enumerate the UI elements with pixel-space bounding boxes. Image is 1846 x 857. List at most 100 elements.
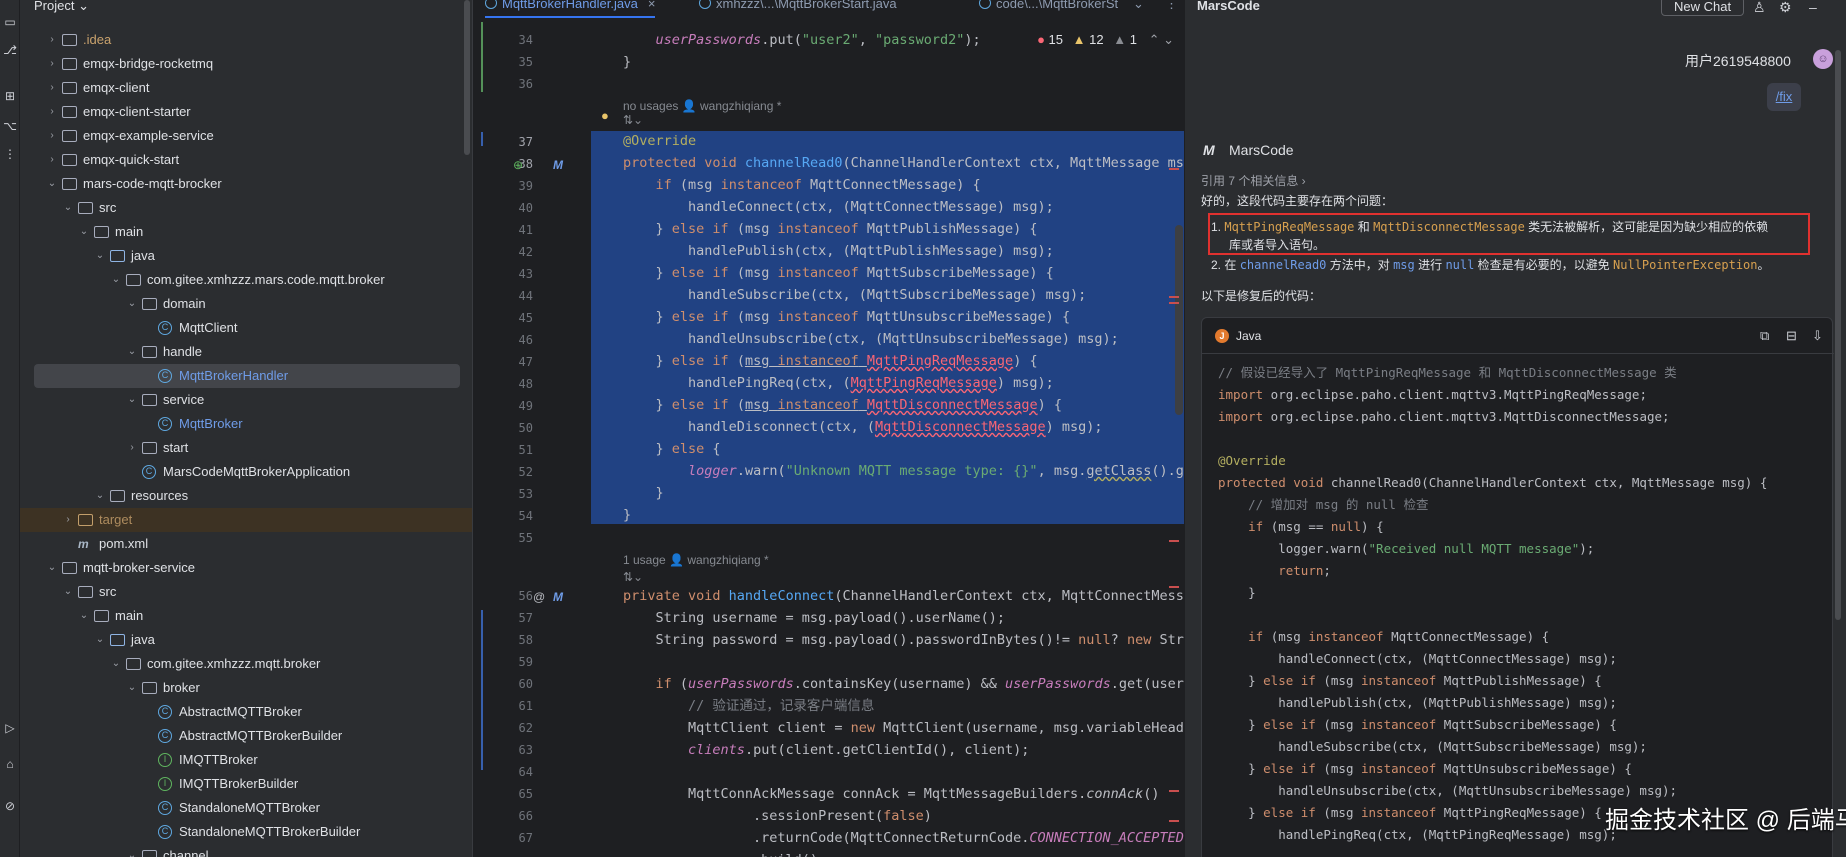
- chevron-right-icon[interactable]: ›: [46, 76, 58, 100]
- line-number[interactable]: 46: [493, 333, 533, 347]
- chevron-down-icon[interactable]: ⌄: [94, 628, 106, 652]
- chevron-right-icon[interactable]: ›: [46, 100, 58, 124]
- chevron-down-icon[interactable]: ⌄: [126, 340, 138, 364]
- marscode-icon[interactable]: M: [553, 590, 563, 604]
- tree-item[interactable]: › .idea: [20, 28, 472, 52]
- line-number[interactable]: 66: [493, 809, 533, 823]
- line-number[interactable]: 42: [493, 245, 533, 259]
- tree-item[interactable]: ⌄ com.gitee.xmhzzz.mqtt.broker: [20, 652, 472, 676]
- line-number[interactable]: 57: [493, 611, 533, 625]
- chevron-down-icon[interactable]: ⌄: [94, 244, 106, 268]
- chevron-down-icon[interactable]: ⌄: [78, 604, 90, 628]
- tree-item[interactable]: › start: [20, 436, 472, 460]
- vcs-icon[interactable]: ⌥: [2, 118, 18, 134]
- line-number[interactable]: 65: [493, 787, 533, 801]
- tree-item[interactable]: m pom.xml: [20, 532, 472, 556]
- error-marker[interactable]: [1169, 302, 1179, 304]
- line-number[interactable]: 41: [493, 223, 533, 237]
- line-number[interactable]: 60: [493, 677, 533, 691]
- chevron-down-icon[interactable]: ⌄: [94, 484, 106, 508]
- line-number[interactable]: 35: [493, 55, 533, 69]
- chevron-down-icon[interactable]: ⌄: [126, 388, 138, 412]
- tree-item[interactable]: ⌄ src: [20, 196, 472, 220]
- line-number[interactable]: 44: [493, 289, 533, 303]
- structure-icon[interactable]: ⊞: [2, 88, 18, 104]
- close-icon[interactable]: ×: [648, 0, 656, 11]
- chevron-down-icon[interactable]: ⌄: [46, 556, 58, 580]
- line-number[interactable]: 51: [493, 443, 533, 457]
- tree-item[interactable]: › emqx-bridge-rocketmq: [20, 52, 472, 76]
- line-number[interactable]: 37: [493, 135, 533, 149]
- line-number[interactable]: 59: [493, 655, 533, 669]
- marscode-icon[interactable]: M: [553, 158, 563, 172]
- references-link[interactable]: 引用 7 个相关信息 ›: [1201, 172, 1306, 189]
- minimize-icon[interactable]: –: [1809, 0, 1817, 15]
- editor-scrollbar[interactable]: [1175, 225, 1183, 415]
- tree-item[interactable]: ⌄ handle: [20, 340, 472, 364]
- line-number[interactable]: 48: [493, 377, 533, 391]
- error-marker[interactable]: [1169, 540, 1179, 542]
- tree-item[interactable]: ⌄ src: [20, 580, 472, 604]
- apply-icon[interactable]: ⇩: [1812, 328, 1823, 344]
- tree-item[interactable]: ⌄ broker: [20, 676, 472, 700]
- line-number[interactable]: 55: [493, 531, 533, 545]
- line-number[interactable]: 61: [493, 699, 533, 713]
- line-number[interactable]: 52: [493, 465, 533, 479]
- chevron-right-icon[interactable]: ›: [46, 28, 58, 52]
- line-number[interactable]: 34: [493, 33, 533, 47]
- usage-hint[interactable]: no usages 👤 wangzhiqiang *: [623, 99, 781, 113]
- line-number[interactable]: 67: [493, 831, 533, 845]
- error-marker[interactable]: [1169, 820, 1179, 822]
- usage-hint[interactable]: 1 usage 👤 wangzhiqiang *: [623, 553, 769, 567]
- error-marker[interactable]: [1169, 586, 1179, 588]
- tree-item[interactable]: ⌄ channel: [20, 844, 472, 857]
- tree-item[interactable]: ⌄ resources: [20, 484, 472, 508]
- tree-item[interactable]: › target: [20, 508, 472, 532]
- gear-icon[interactable]: ⚙: [1779, 0, 1792, 16]
- chevron-right-icon[interactable]: ›: [126, 436, 138, 460]
- line-number[interactable]: 56: [493, 589, 533, 603]
- tree-item[interactable]: ⌄ mars-code-mqtt-brocker: [20, 172, 472, 196]
- tree-item[interactable]: ⌄ domain: [20, 292, 472, 316]
- tree-item[interactable]: ⌄ com.gitee.xmhzzz.mars.code.mqtt.broker: [20, 268, 472, 292]
- error-marker[interactable]: [1169, 296, 1179, 298]
- tree-item[interactable]: › emqx-client-starter: [20, 100, 472, 124]
- problems-icon[interactable]: ⊘: [2, 798, 18, 814]
- tree-item[interactable]: C StandaloneMQTTBroker: [20, 796, 472, 820]
- tree-item[interactable]: ⌄ java: [20, 628, 472, 652]
- run-icon[interactable]: ▷: [2, 720, 18, 736]
- tree-item[interactable]: C MarsCodeMqttBrokerApplication: [20, 460, 472, 484]
- bulb-icon[interactable]: ●: [601, 108, 609, 123]
- tree-item[interactable]: C MqttClient: [20, 316, 472, 340]
- tree-item[interactable]: › emqx-client: [20, 76, 472, 100]
- error-marker[interactable]: [1169, 790, 1179, 792]
- tree-item[interactable]: ⌄ service: [20, 388, 472, 412]
- tree-item[interactable]: C MqttBroker: [20, 412, 472, 436]
- chevron-down-icon[interactable]: ⌄: [46, 172, 58, 196]
- implements-icon[interactable]: ⊕: [513, 158, 523, 172]
- tab-mqtt-broker-start-2[interactable]: code\...\MqttBrokerSt: [979, 0, 1118, 14]
- line-number[interactable]: 43: [493, 267, 533, 281]
- chevron-right-icon[interactable]: ›: [46, 124, 58, 148]
- chevron-right-icon[interactable]: ›: [46, 148, 58, 172]
- tree-item[interactable]: I IMQTTBrokerBuilder: [20, 772, 472, 796]
- tree-item[interactable]: I IMQTTBroker: [20, 748, 472, 772]
- project-title[interactable]: Project ⌄: [34, 0, 89, 14]
- at-icon[interactable]: @: [533, 590, 545, 604]
- terminal-icon[interactable]: ⌂: [2, 756, 18, 772]
- code-editor[interactable]: MqttBrokerHandler.java × xmhzzz\...\MqttB…: [472, 0, 1184, 857]
- line-number[interactable]: 45: [493, 311, 533, 325]
- inspection-widget[interactable]: ● 15 ▲ 12 ▲ 1 ⌃ ⌄: [1037, 32, 1174, 48]
- tab-mqtt-broker-start[interactable]: xmhzzz\...\MqttBrokerStart.java: [699, 0, 897, 14]
- more-icon[interactable]: ⋮: [2, 146, 18, 162]
- project-scrollbar[interactable]: [464, 0, 470, 155]
- chevron-down-icon[interactable]: ⌄: [1133, 0, 1144, 14]
- chevron-down-icon[interactable]: ⌄: [126, 292, 138, 316]
- tree-item[interactable]: C MqttBrokerHandler: [34, 364, 460, 388]
- copy-icon[interactable]: ⧉: [1760, 328, 1769, 344]
- line-number[interactable]: 40: [493, 201, 533, 215]
- line-number[interactable]: 39: [493, 179, 533, 193]
- line-number[interactable]: 53: [493, 487, 533, 501]
- user-icon[interactable]: ♙: [1753, 0, 1766, 16]
- chevron-down-icon[interactable]: ⌄: [126, 676, 138, 700]
